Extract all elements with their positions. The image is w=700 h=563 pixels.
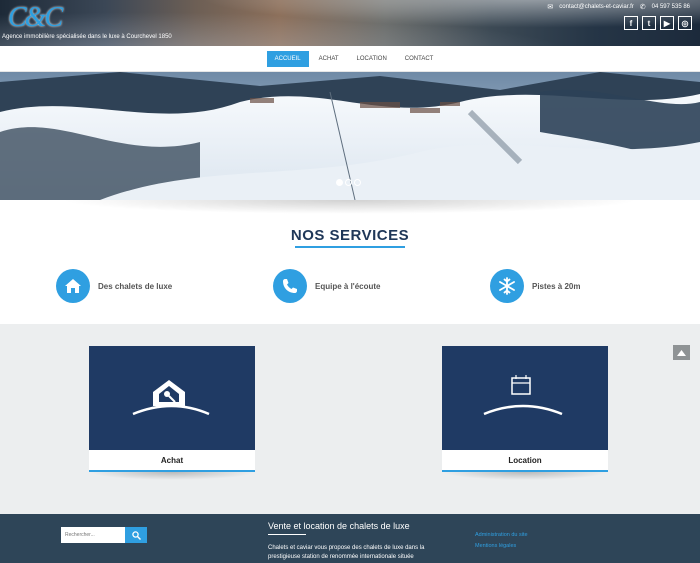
card-achat[interactable]: Achat [89, 346, 255, 480]
slider-dot-2[interactable] [345, 179, 352, 186]
search-button[interactable] [125, 527, 147, 543]
service-item: Equipe à l'écoute [273, 269, 380, 303]
contact-phone[interactable]: 04 597 535 86 [652, 4, 690, 10]
nav-item-contact[interactable]: CONTACT [397, 51, 442, 67]
calendar-icon [483, 375, 563, 416]
slider-dot-3[interactable] [354, 179, 361, 186]
house-key-icon [132, 380, 210, 416]
card-label: Achat [89, 450, 255, 472]
service-label: Equipe à l'écoute [315, 281, 381, 291]
service-item: Pistes à 20m [490, 269, 580, 303]
service-item: Des chalets de luxe [56, 269, 172, 303]
home-icon [56, 269, 90, 303]
card-label: Location [442, 450, 608, 472]
hero-slider[interactable] [0, 72, 700, 200]
scroll-to-top-button[interactable] [673, 345, 690, 360]
social-links: f t ▶ ◎ [624, 16, 692, 30]
service-label: Pistes à 20m [532, 281, 581, 291]
search-icon [131, 530, 141, 540]
phone-icon: ✆ [639, 4, 646, 11]
services-title: NOS SERVICES [290, 227, 410, 244]
contact-email[interactable]: contact@chalets-et-caviar.fr [559, 4, 633, 10]
slider-dot-1[interactable] [336, 179, 343, 186]
nav-item-location[interactable]: LOCATION [349, 51, 395, 67]
contact-info: ✉ contact@chalets-et-caviar.fr ✆ 04 597 … [547, 3, 690, 11]
service-label: Des chalets de luxe [98, 281, 173, 291]
page: C&C Agence immobilière spécialisée dans … [0, 0, 700, 563]
nav-item-achat[interactable]: ACHAT [311, 51, 347, 67]
footer-link-legal[interactable]: Mentions légales [475, 543, 516, 549]
twitter-icon[interactable]: t [642, 16, 656, 30]
header-banner: C&C Agence immobilière spécialisée dans … [0, 0, 700, 46]
facebook-icon[interactable]: f [624, 16, 638, 30]
footer-title-underline [268, 534, 306, 535]
snowflake-icon [490, 269, 524, 303]
nav-item-accueil[interactable]: ACCUEIL [266, 50, 309, 67]
site-tagline: Agence immobilière spécialisée dans le l… [2, 34, 172, 40]
youtube-icon[interactable]: ▶ [660, 16, 674, 30]
search-input[interactable] [61, 527, 125, 543]
slider-dots [336, 179, 361, 186]
envelope-icon: ✉ [547, 4, 554, 11]
footer-text: Chalets et caviar vous propose des chale… [268, 545, 425, 560]
footer-link-admin[interactable]: Administration du site [475, 532, 528, 538]
footer-search [61, 527, 147, 543]
main-nav: ACCUEIL ACHAT LOCATION CONTACT [0, 46, 700, 72]
phone-icon [273, 269, 307, 303]
site-logo[interactable]: C&C [8, 2, 63, 34]
title-underline [295, 246, 405, 248]
card-location[interactable]: Location [442, 346, 608, 480]
footer-title: Vente et location de chalets de luxe [268, 521, 410, 531]
instagram-icon[interactable]: ◎ [678, 16, 692, 30]
chevron-up-icon [677, 349, 686, 356]
